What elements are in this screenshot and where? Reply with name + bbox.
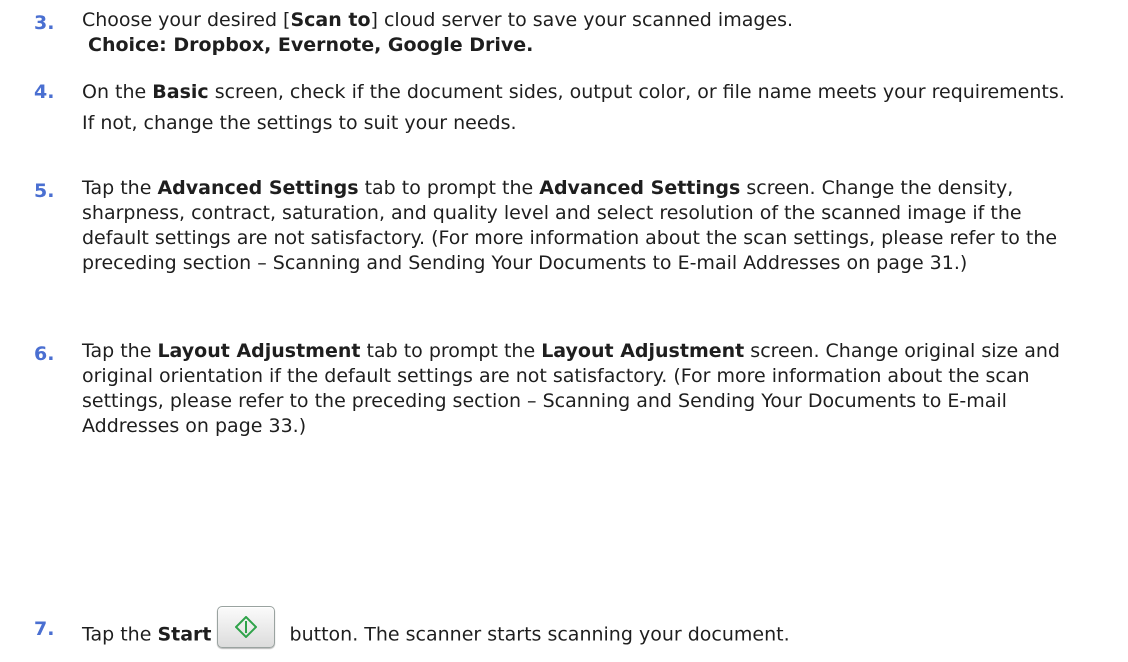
step-number: 6. (34, 343, 55, 365)
step-text-part: Choose your desired [ (82, 9, 291, 31)
step-7: 7. Tap the Start button. The scanner sta… (0, 606, 1128, 658)
step-4: 4. On the Basic screen, check if the doc… (0, 77, 1128, 172)
step-text-part: Tap the (82, 177, 158, 199)
step-number: 3. (34, 12, 55, 34)
step-text-part: screen, check if the document sides, out… (82, 81, 1065, 134)
step-5: 5. Tap the Advanced Settings tab to prom… (0, 176, 1128, 326)
step-bold-term: Layout Adjustment (541, 340, 745, 362)
step-bold-term: Advanced Settings (539, 177, 741, 199)
step-text: Tap the Start button. The scanner starts… (82, 606, 1078, 656)
step-choice-note: Choice: Dropbox, Evernote, Google Drive. (88, 34, 534, 56)
step-number: 7. (34, 618, 55, 640)
step-6: 6. Tap the Layout Adjustment tab to prom… (0, 339, 1128, 489)
step-text-part: tab to prompt the (360, 340, 542, 362)
step-text: Tap the Advanced Settings tab to prompt … (82, 176, 1078, 276)
step-bold-term: Layout Adjustment (157, 340, 361, 362)
step-text-part: Tap the (82, 340, 158, 362)
instruction-page: 3. Choose your desired [Scan to] cloud s… (0, 0, 1128, 662)
step-text-part: button. The scanner starts scanning your… (283, 623, 790, 646)
step-text: Choose your desired [Scan to] cloud serv… (82, 8, 1078, 58)
step-bold-term: Scan to (290, 9, 371, 31)
start-diamond-icon (235, 616, 258, 638)
step-3: 3. Choose your desired [Scan to] cloud s… (0, 8, 1128, 68)
step-bold-term: Start (157, 623, 212, 646)
step-text: Tap the Layout Adjustment tab to prompt … (82, 339, 1078, 439)
step-bold-term: Basic (152, 81, 209, 103)
start-button[interactable] (217, 606, 276, 648)
step-number: 5. (34, 180, 55, 202)
step-number: 4. (34, 81, 55, 103)
step-text-part: tab to prompt the (358, 177, 540, 199)
step-bold-term: Advanced Settings (157, 177, 359, 199)
step-text: On the Basic screen, check if the docume… (82, 77, 1078, 139)
step-text-part: Tap the (82, 623, 158, 646)
step-text-part: On the (82, 81, 153, 103)
step-text-part: ] cloud server to save your scanned imag… (370, 9, 794, 31)
